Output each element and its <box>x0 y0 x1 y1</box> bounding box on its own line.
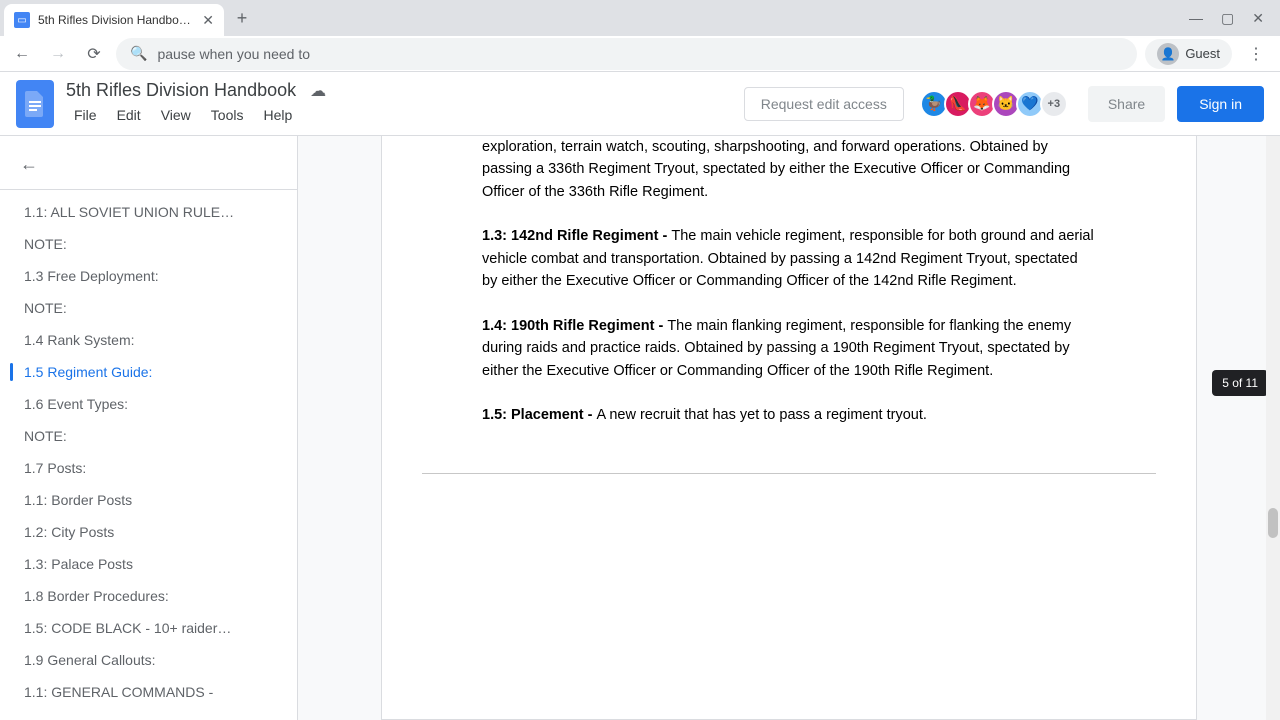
docs-title-area: 5th Rifles Division Handbook ☁ File Edit… <box>66 80 732 127</box>
document-canvas[interactable]: exploration, terrain watch, scouting, sh… <box>298 136 1280 720</box>
outline-item[interactable]: 1.5 Regiment Guide: <box>0 356 297 388</box>
new-tab-button[interactable]: + <box>228 4 256 32</box>
browser-tab-strip: ▭ 5th Rifles Division Handbook - G ✕ + —… <box>0 0 1280 36</box>
forward-button[interactable]: → <box>44 40 72 68</box>
docs-menu-bar: File Edit View Tools Help <box>66 103 732 127</box>
back-button[interactable]: ← <box>8 40 36 68</box>
browser-nav-bar: ← → ⟳ 🔍 pause when you need to 👤 Guest ⋮ <box>0 36 1280 72</box>
scrollbar-thumb[interactable] <box>1268 508 1278 538</box>
tab-title: 5th Rifles Division Handbook - G <box>38 13 194 27</box>
docs-body: ← 1.1: ALL SOVIET UNION RULE…NOTE:1.3 Fr… <box>0 136 1280 720</box>
outline-item[interactable]: 1.5: CODE BLACK - 10+ raider… <box>0 612 297 644</box>
paragraph-1-4: 1.4: 190th Rifle Regiment - The main fla… <box>482 315 1096 382</box>
browser-menu-icon[interactable]: ⋮ <box>1240 44 1272 64</box>
share-button[interactable]: Share <box>1088 86 1165 122</box>
outline-item[interactable]: 1.1: ALL SOVIET UNION RULE… <box>0 196 297 228</box>
outline-item[interactable]: 1.3 Free Deployment: <box>0 260 297 292</box>
paragraph-1-5: 1.5: Placement - A new recruit that has … <box>482 404 1096 426</box>
guest-profile-chip[interactable]: 👤 Guest <box>1145 39 1232 69</box>
collaborator-avatars: 🦆 👠 🦊 🐱 💙 +3 <box>924 90 1068 118</box>
outline-panel: ← 1.1: ALL SOVIET UNION RULE…NOTE:1.3 Fr… <box>0 136 298 720</box>
outline-divider <box>0 189 297 190</box>
menu-tools[interactable]: Tools <box>203 103 252 127</box>
close-tab-icon[interactable]: ✕ <box>202 12 214 29</box>
window-controls: — ▢ ✕ <box>1189 10 1276 27</box>
heading-1-4: 1.4: 190th Rifle Regiment - <box>482 318 667 334</box>
menu-view[interactable]: View <box>153 103 199 127</box>
outline-back-button[interactable]: ← <box>0 146 297 183</box>
docs-header: 5th Rifles Division Handbook ☁ File Edit… <box>0 72 1280 136</box>
more-collaborators[interactable]: +3 <box>1040 90 1068 118</box>
heading-1-5: 1.5: Placement - <box>482 407 596 423</box>
outline-item[interactable]: 1.1: GENERAL COMMANDS - <box>0 676 297 708</box>
docs-favicon: ▭ <box>14 12 30 28</box>
outline-item[interactable]: NOTE: <box>0 228 297 260</box>
browser-tab[interactable]: ▭ 5th Rifles Division Handbook - G ✕ <box>4 4 224 36</box>
scrollbar-track[interactable] <box>1266 136 1280 720</box>
reload-button[interactable]: ⟳ <box>80 40 108 68</box>
signin-button[interactable]: Sign in <box>1177 86 1264 122</box>
search-icon: 🔍 <box>130 45 147 62</box>
request-edit-button[interactable]: Request edit access <box>744 87 904 121</box>
body-1-5: A new recruit that has yet to pass a reg… <box>596 407 926 423</box>
page-break <box>422 473 1156 474</box>
paragraph-1-3: 1.3: 142nd Rifle Regiment - The main veh… <box>482 225 1096 292</box>
outline-item[interactable]: 1.7 Posts: <box>0 452 297 484</box>
close-window-icon[interactable]: ✕ <box>1252 10 1264 27</box>
omnibox-text: pause when you need to <box>157 46 310 62</box>
heading-1-3: 1.3: 142nd Rifle Regiment - <box>482 228 671 244</box>
outline-item[interactable]: 1.2: City Posts <box>0 516 297 548</box>
outline-item[interactable]: NOTE: <box>0 292 297 324</box>
menu-file[interactable]: File <box>66 103 105 127</box>
paragraph-intro: exploration, terrain watch, scouting, sh… <box>482 136 1096 203</box>
document-title[interactable]: 5th Rifles Division Handbook <box>66 80 296 101</box>
minimize-icon[interactable]: — <box>1189 10 1203 27</box>
maximize-icon[interactable]: ▢ <box>1221 10 1234 27</box>
guest-label: Guest <box>1185 46 1220 61</box>
docs-logo-icon[interactable] <box>16 80 54 128</box>
menu-help[interactable]: Help <box>255 103 300 127</box>
outline-item[interactable]: 1.3: Palace Posts <box>0 548 297 580</box>
outline-item[interactable]: 1.1: Border Posts <box>0 484 297 516</box>
outline-item[interactable]: NOTE: <box>0 420 297 452</box>
page-indicator: 5 of 11 <box>1212 370 1268 396</box>
document-page: exploration, terrain watch, scouting, sh… <box>381 136 1197 720</box>
outline-item[interactable]: 1.8 Border Procedures: <box>0 580 297 612</box>
outline-item[interactable]: 1.9 General Callouts: <box>0 644 297 676</box>
omnibox[interactable]: 🔍 pause when you need to <box>116 38 1137 70</box>
outline-item[interactable]: 1.6 Event Types: <box>0 388 297 420</box>
outline-item[interactable]: 1.4 Rank System: <box>0 324 297 356</box>
cloud-saved-icon[interactable]: ☁ <box>310 81 326 101</box>
menu-edit[interactable]: Edit <box>109 103 149 127</box>
guest-avatar-icon: 👤 <box>1157 43 1179 65</box>
